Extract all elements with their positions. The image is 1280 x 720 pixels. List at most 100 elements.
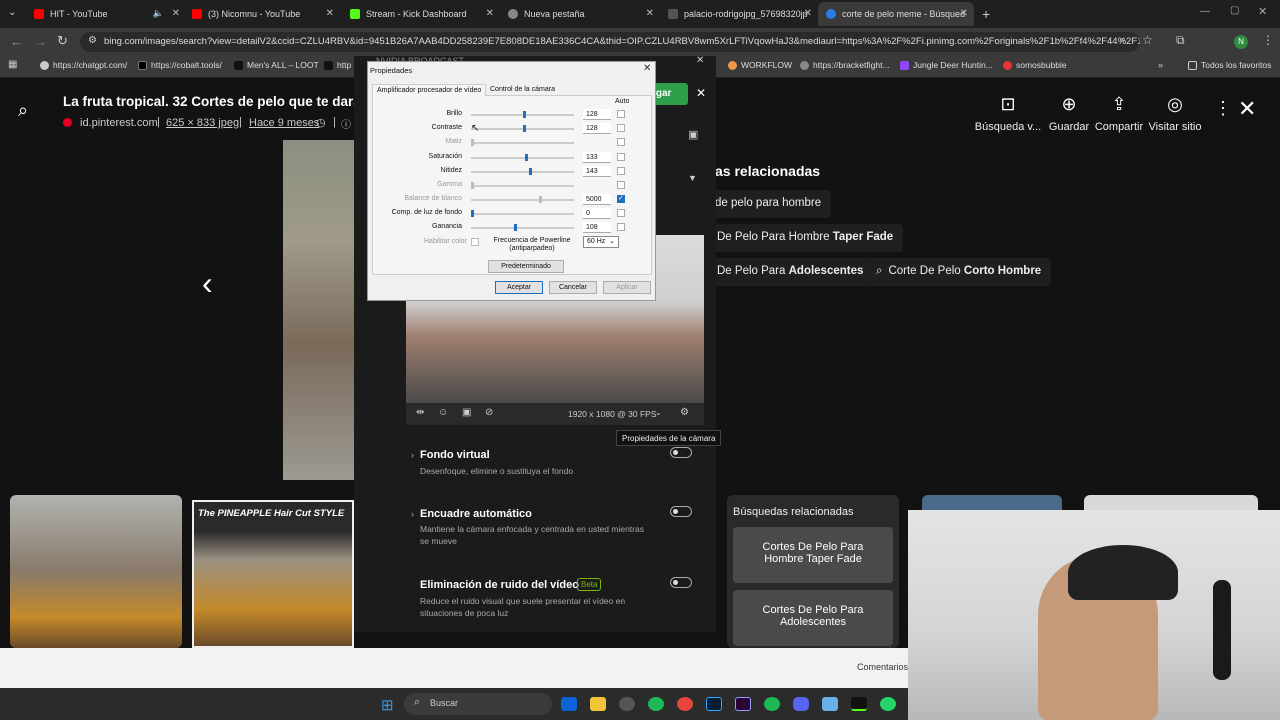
dialog-row-auto-checkbox[interactable] bbox=[617, 209, 625, 217]
bookmark-chatgpt[interactable]: https://chatgpt.com/ bbox=[40, 60, 127, 70]
tab-3[interactable]: Nueva pestaña ✕ bbox=[500, 2, 660, 26]
tab-0[interactable]: HIT - YouTube 🔈 ✕ bbox=[26, 2, 186, 26]
apps-grid-icon[interactable]: ▦ bbox=[8, 59, 17, 70]
toggle-video-noise[interactable] bbox=[670, 577, 692, 588]
profile-avatar[interactable]: N bbox=[1234, 35, 1248, 49]
slider-thumb[interactable] bbox=[522, 125, 526, 132]
close-window-icon[interactable]: ✕ bbox=[1258, 5, 1267, 18]
dialog-row-auto-checkbox[interactable] bbox=[617, 181, 625, 189]
dialog-row-auto-checkbox[interactable]: ✓ bbox=[617, 195, 625, 203]
previous-arrow-icon[interactable]: ‹ bbox=[202, 265, 213, 302]
dropdown-chevron-icon[interactable]: ▼ bbox=[688, 173, 697, 183]
ok-button[interactable]: Aceptar bbox=[495, 281, 543, 294]
more-options-icon[interactable]: ⋮ bbox=[1214, 98, 1232, 119]
spotify-icon[interactable] bbox=[764, 697, 780, 711]
close-viewer-icon[interactable]: ✕ bbox=[1238, 96, 1256, 122]
related-chip-2[interactable]: De Pelo Para Adolescentes bbox=[707, 258, 874, 286]
close-tab-icon[interactable]: ✕ bbox=[172, 8, 180, 19]
person-icon[interactable]: ☺ bbox=[438, 407, 448, 418]
notepad-icon[interactable] bbox=[822, 697, 838, 711]
bookmark-bracketfight[interactable]: https://bracketfight... bbox=[800, 60, 890, 70]
tab-2[interactable]: Stream - Kick Dashboard ✕ bbox=[342, 2, 500, 26]
related-chip-1[interactable]: De Pelo Para Hombre Taper Fade bbox=[707, 224, 904, 252]
mute-icon[interactable]: 🔈 bbox=[153, 8, 164, 19]
cancel-button[interactable]: Cancelar bbox=[549, 281, 597, 294]
tab-4[interactable]: palacio-rodrigojpg_57698320jp ✕ bbox=[660, 2, 818, 26]
discord-icon[interactable] bbox=[793, 697, 809, 711]
slider-thumb[interactable] bbox=[471, 210, 474, 217]
tab-5[interactable]: corte de pelo meme - Búsqued ✕ bbox=[818, 2, 974, 26]
related-chip-0[interactable]: de pelo para hombre bbox=[705, 190, 832, 218]
hide-preview-icon[interactable]: ⊘ bbox=[485, 407, 493, 418]
dialog-row-value[interactable]: 0 bbox=[583, 208, 611, 219]
thumbnail-1[interactable] bbox=[192, 500, 354, 648]
address-bar[interactable]: bing.com/images/search?view=detailV2&cci… bbox=[80, 32, 1140, 52]
dialog-row-value[interactable]: 5000 bbox=[583, 194, 611, 205]
bookmark-workflow[interactable]: WORKFLOW bbox=[728, 60, 792, 70]
back-icon[interactable]: ← bbox=[10, 34, 23, 49]
bookmark-jungle-deer[interactable]: Jungle Deer Huntin... bbox=[900, 60, 993, 70]
comments-link[interactable]: Comentarios bbox=[857, 662, 908, 672]
dialog-row-slider[interactable] bbox=[471, 227, 574, 229]
related-chip-3[interactable]: ⌕ Corte De Pelo Corto Hombre bbox=[866, 258, 1052, 286]
site-info-icon[interactable]: ⚙ bbox=[88, 35, 97, 46]
thumbnail-0[interactable] bbox=[10, 495, 182, 648]
new-tab-icon[interactable]: + bbox=[982, 6, 990, 22]
visit-site-button[interactable]: ◎ Visitar sitio bbox=[1135, 94, 1215, 133]
file-explorer-icon[interactable] bbox=[590, 697, 606, 711]
star-icon[interactable]: ☆ bbox=[1142, 33, 1153, 47]
related-card-1[interactable]: Cortes De Pelo Para Adolescentes bbox=[733, 590, 893, 646]
reload-icon[interactable]: ↻ bbox=[57, 33, 68, 49]
download-button[interactable]: rgar bbox=[652, 83, 688, 105]
tab-camera-control[interactable]: Control de la cámara bbox=[490, 86, 555, 93]
dialog-row-value[interactable]: 133 bbox=[583, 152, 611, 163]
bookmark-somosbubble[interactable]: somosbubble bbox=[1003, 60, 1067, 70]
close-tab-icon[interactable]: ✕ bbox=[486, 8, 494, 19]
mirror-icon[interactable]: ⇹ bbox=[416, 407, 424, 418]
dialog-row-slider[interactable] bbox=[471, 157, 574, 159]
dialog-row-value[interactable]: 128 bbox=[583, 123, 611, 134]
dialog-close-icon[interactable]: ✕ bbox=[643, 63, 651, 74]
close-tab-icon[interactable]: ✕ bbox=[804, 8, 812, 19]
dialog-row-slider[interactable] bbox=[471, 213, 574, 215]
chrome-icon[interactable] bbox=[677, 697, 693, 711]
dialog-row-auto-checkbox[interactable] bbox=[617, 167, 625, 175]
dialog-row-value[interactable]: 108 bbox=[583, 222, 611, 233]
premiere-icon[interactable] bbox=[735, 697, 751, 711]
kick-icon[interactable] bbox=[851, 697, 867, 711]
source-link[interactable]: id.pinterest.com bbox=[80, 117, 158, 129]
zoom-icon[interactable]: ⌕ bbox=[1120, 34, 1126, 47]
dialog-row-auto-checkbox[interactable] bbox=[617, 110, 625, 118]
info-icon[interactable]: ⓘ bbox=[341, 116, 351, 131]
toggle-virtual-background[interactable] bbox=[670, 447, 692, 458]
forward-icon[interactable]: → bbox=[34, 34, 47, 49]
taskbar-search[interactable]: ⌕ Buscar bbox=[404, 693, 552, 715]
dialog-row-auto-checkbox[interactable] bbox=[617, 138, 625, 146]
dialog-row-auto-checkbox[interactable] bbox=[617, 223, 625, 231]
close-tab-icon[interactable]: ✕ bbox=[326, 8, 334, 19]
tab-list-chevron-icon[interactable]: ⌄ bbox=[8, 7, 16, 18]
feedback-icon[interactable]: ▣ bbox=[688, 128, 698, 141]
outlook-icon[interactable] bbox=[561, 697, 577, 711]
extensions-icon[interactable]: ⧉ bbox=[1176, 33, 1185, 48]
dialog-row-value[interactable]: 128 bbox=[583, 109, 611, 120]
nvidia-close-icon[interactable]: ✕ bbox=[696, 55, 704, 66]
dialog-row-auto-checkbox[interactable] bbox=[617, 124, 625, 132]
slider-thumb[interactable] bbox=[514, 224, 518, 231]
windows-start-icon[interactable]: ⊞ bbox=[381, 696, 394, 714]
bookmark-http[interactable]: http bbox=[324, 60, 351, 70]
apply-button[interactable]: Aplicar bbox=[603, 281, 651, 294]
dialog-row-auto-checkbox[interactable] bbox=[617, 153, 625, 161]
photoshop-icon[interactable] bbox=[706, 697, 722, 711]
slider-thumb[interactable] bbox=[528, 168, 532, 175]
close-tab-icon[interactable]: ✕ bbox=[960, 8, 968, 19]
toggle-auto-frame[interactable] bbox=[670, 506, 692, 517]
dialog-row-value[interactable]: 143 bbox=[583, 166, 611, 177]
powerline-select[interactable]: 60 Hz ⌄ bbox=[583, 236, 619, 248]
tab-video-amp[interactable]: Amplificador procesador de vídeo bbox=[372, 84, 487, 96]
search-icon[interactable]: ⌕ bbox=[18, 100, 28, 121]
related-card-0[interactable]: Cortes De Pelo Para Hombre Taper Fade bbox=[733, 527, 893, 583]
slider-thumb[interactable] bbox=[522, 111, 526, 118]
bookmark-loot[interactable]: Men's ALL – LOOT bbox=[234, 60, 319, 70]
image-size[interactable]: 625 × 833 jpeg bbox=[166, 117, 239, 129]
